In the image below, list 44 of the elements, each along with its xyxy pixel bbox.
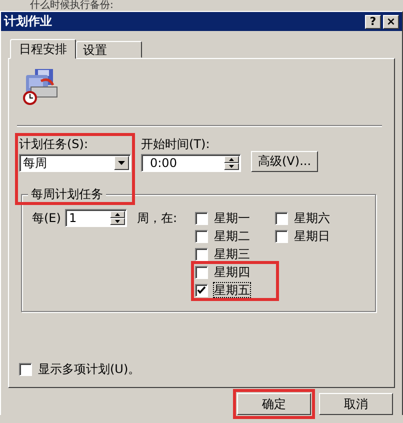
time-field[interactable]: 0:00 xyxy=(141,154,241,172)
tab[interactable]: 设置 xyxy=(76,41,142,58)
up-arrow-icon xyxy=(114,213,120,216)
checkbox-label[interactable]: 星期三 xyxy=(214,247,250,261)
checkbox[interactable] xyxy=(19,362,32,376)
group-title: 每周计划任务 xyxy=(28,187,106,201)
checkbox-label[interactable]: 星期一 xyxy=(214,211,250,225)
down-arrow-icon xyxy=(114,220,120,223)
checkbox[interactable] xyxy=(275,212,288,224)
field-label: 开始时间(T): xyxy=(141,137,211,151)
help-button[interactable]: ? xyxy=(365,14,381,28)
up-arrow-icon xyxy=(229,158,234,161)
checkbox[interactable] xyxy=(195,266,208,278)
checkbox[interactable] xyxy=(275,230,288,242)
spin-down-button[interactable] xyxy=(110,218,125,225)
week-count-field[interactable]: 1 xyxy=(64,209,127,227)
checkbox[interactable] xyxy=(195,230,208,242)
background-text: 什么时候执行备份: xyxy=(29,0,114,11)
dropdown-button[interactable] xyxy=(114,156,129,170)
ok-button[interactable]: 确定 xyxy=(237,393,311,415)
checkbox-label[interactable]: 显示多项计划(U)。 xyxy=(38,362,140,376)
checkbox-label[interactable]: 星期日 xyxy=(294,229,330,243)
checkmark-icon xyxy=(197,286,206,294)
checkbox[interactable] xyxy=(195,248,208,260)
advanced-button[interactable]: 高级(V)... xyxy=(251,151,318,172)
spin-up-button[interactable] xyxy=(110,211,125,218)
tab[interactable]: 日程安排 xyxy=(10,39,76,59)
caret-icon xyxy=(118,161,125,165)
field-label: 每(E) xyxy=(32,210,61,227)
checkbox[interactable] xyxy=(195,284,208,296)
schedule-dropdown[interactable]: 每周 xyxy=(19,154,131,172)
spin-down-button[interactable] xyxy=(224,163,239,170)
down-arrow-icon xyxy=(229,165,234,168)
checkbox-label[interactable]: 星期六 xyxy=(294,211,330,225)
field-label: 计划任务(S): xyxy=(19,137,90,151)
checkbox[interactable] xyxy=(195,212,208,224)
spin-up-button[interactable] xyxy=(224,156,239,163)
checkbox-label[interactable]: 星期五 xyxy=(214,283,250,297)
checkbox-label[interactable]: 星期四 xyxy=(214,265,250,279)
checkbox-label[interactable]: 星期二 xyxy=(214,229,250,243)
window-title: 计划作业 xyxy=(4,13,53,30)
close-button[interactable]: × xyxy=(383,14,399,28)
field-label: 周，在: xyxy=(136,210,177,227)
cancel-button[interactable]: 取消 xyxy=(319,393,393,415)
